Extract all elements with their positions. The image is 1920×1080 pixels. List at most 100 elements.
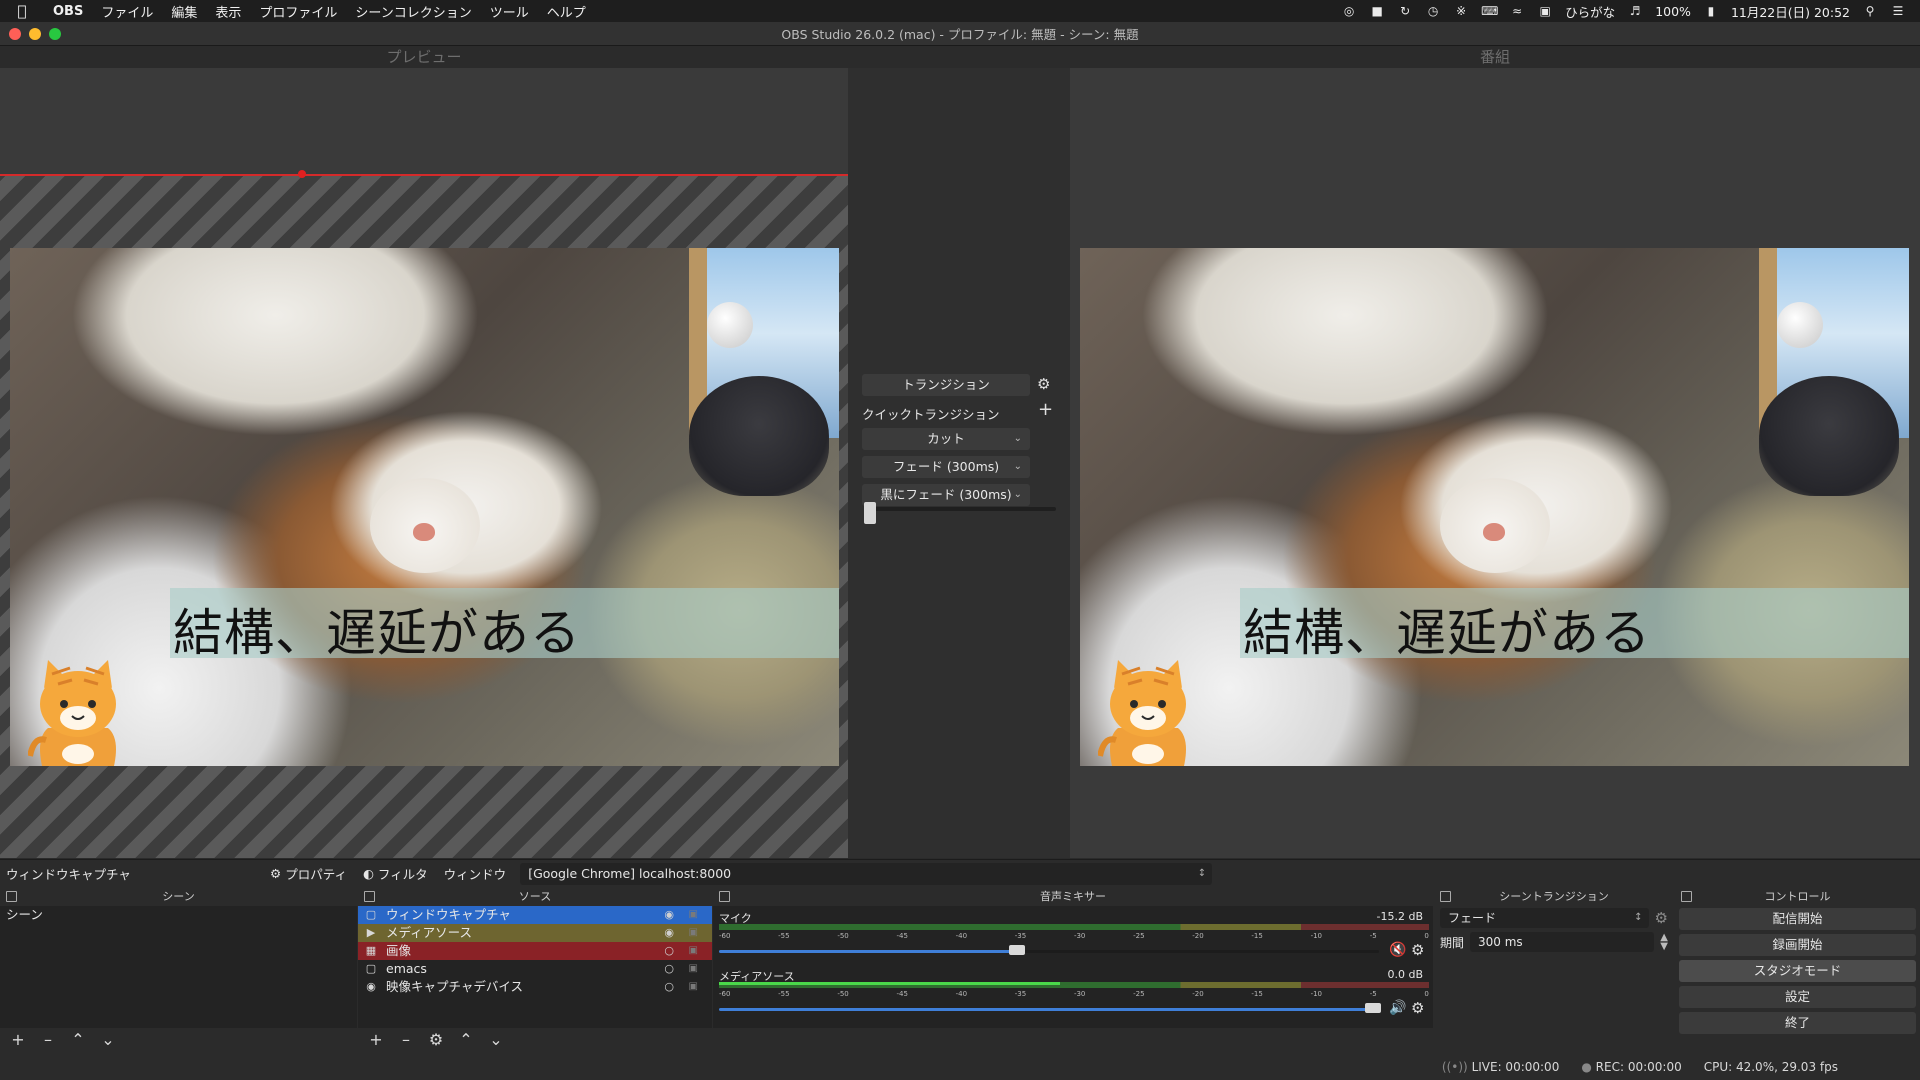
properties-button[interactable]: ⚙ プロパティ bbox=[262, 864, 355, 883]
float-dock-icon[interactable] bbox=[1440, 891, 1451, 902]
remove-icon[interactable]: – bbox=[36, 1030, 60, 1049]
menu-file[interactable]: ファイル bbox=[92, 2, 162, 21]
move-down-icon[interactable]: ⌄ bbox=[484, 1030, 508, 1049]
image-icon: ▦ bbox=[365, 944, 377, 957]
close-window-button[interactable] bbox=[9, 27, 21, 40]
apple-icon[interactable]:  bbox=[0, 2, 44, 20]
input-method-label[interactable]: ひらがな bbox=[1565, 2, 1615, 21]
sync-icon[interactable]: ↻ bbox=[1397, 4, 1413, 18]
quick-transition-cut[interactable]: カット ⌄ bbox=[862, 428, 1030, 450]
source-row[interactable]: ▢ ウィンドウキャプチャ ◉ ▣ bbox=[358, 906, 712, 924]
fader-handle[interactable] bbox=[1365, 1003, 1381, 1013]
add-icon[interactable]: + bbox=[6, 1030, 30, 1049]
t-bar-track[interactable] bbox=[866, 507, 1056, 511]
dock-title: ソース bbox=[358, 888, 712, 906]
muted-speaker-icon[interactable]: 🔇 bbox=[1389, 942, 1406, 958]
float-dock-icon[interactable] bbox=[719, 891, 730, 902]
start-streaming-button[interactable]: 配信開始 bbox=[1679, 908, 1916, 930]
menu-edit[interactable]: 編集 bbox=[162, 2, 206, 21]
resize-handle[interactable] bbox=[298, 170, 306, 178]
remove-icon[interactable]: – bbox=[394, 1030, 418, 1049]
time-machine-icon[interactable]: ◷ bbox=[1425, 4, 1441, 18]
wifi-icon[interactable]: ≈ bbox=[1509, 4, 1525, 18]
quick-transition-fade-to-black[interactable]: 黒にフェード (300ms) ⌄ bbox=[862, 484, 1030, 506]
controls-dock: コントロール 配信開始 録画開始 スタジオモード 設定 終了 bbox=[1675, 888, 1920, 1054]
live-status: ((•)) LIVE: 00:00:00 bbox=[1442, 1060, 1559, 1074]
bluetooth-icon[interactable]: ※ bbox=[1453, 4, 1469, 18]
source-row[interactable]: ▢ emacs ○ ▣ bbox=[358, 960, 712, 978]
scale-tick: -15 bbox=[1251, 932, 1263, 940]
float-dock-icon[interactable] bbox=[364, 891, 375, 902]
menu-scene-collection[interactable]: シーンコレクション bbox=[346, 2, 480, 21]
float-dock-icon[interactable] bbox=[1681, 891, 1692, 902]
scale-tick: -30 bbox=[1073, 932, 1086, 940]
window-select[interactable]: [Google Chrome] localhost:8000 ↕ bbox=[520, 862, 1213, 885]
menu-view[interactable]: 表示 bbox=[206, 2, 250, 21]
scale-tick: 0 bbox=[1424, 932, 1429, 940]
menu-tools[interactable]: ツール bbox=[481, 2, 538, 21]
volume-fader[interactable] bbox=[719, 1008, 1379, 1011]
docker-icon[interactable]: ■ bbox=[1369, 4, 1385, 18]
studio-mode-button[interactable]: スタジオモード bbox=[1679, 960, 1916, 982]
lock-icon[interactable]: ▣ bbox=[689, 942, 698, 960]
duration-value: 300 ms bbox=[1478, 935, 1523, 949]
lock-icon[interactable]: ▣ bbox=[689, 924, 698, 942]
menu-profile[interactable]: プロファイル bbox=[250, 2, 346, 21]
preview-canvas[interactable]: 結構、遅延がある bbox=[0, 68, 848, 858]
scale-tick: -50 bbox=[837, 990, 849, 998]
stepper-icon[interactable]: ▲ ▼ bbox=[1660, 933, 1668, 952]
move-up-icon[interactable]: ⌃ bbox=[454, 1030, 478, 1049]
volume-fader[interactable] bbox=[719, 950, 1379, 953]
gear-icon[interactable]: ⚙ bbox=[424, 1030, 448, 1049]
visibility-eye-icon[interactable]: ◉ bbox=[664, 924, 674, 942]
visibility-eye-icon[interactable]: ◉ bbox=[664, 906, 674, 924]
gear-icon[interactable]: ⚙ bbox=[1655, 909, 1668, 927]
battery-icon[interactable]: ▮ bbox=[1703, 4, 1719, 18]
source-row[interactable]: ◉ 映像キャプチャデバイス ○ ▣ bbox=[358, 978, 712, 996]
source-row[interactable]: ▶ メディアソース ◉ ▣ bbox=[358, 924, 712, 942]
spotlight-icon[interactable]: ⚲ bbox=[1862, 4, 1878, 18]
gear-icon[interactable]: ⚙ bbox=[1411, 941, 1424, 959]
gear-icon[interactable]: ⚙ bbox=[1411, 999, 1424, 1017]
visibility-eye-icon[interactable]: ○ bbox=[664, 942, 674, 960]
visibility-eye-icon[interactable]: ○ bbox=[664, 960, 674, 978]
program-video-frame: 結構、遅延がある bbox=[1080, 248, 1909, 766]
menubar:  OBS ファイル 編集 表示 プロファイル シーンコレクション ツール ヘル… bbox=[0, 0, 1920, 22]
visibility-eye-icon[interactable]: ○ bbox=[664, 978, 674, 996]
notification-center-icon[interactable]: ☰ bbox=[1890, 4, 1906, 18]
transition-button[interactable]: トランジション bbox=[862, 374, 1030, 396]
minimize-window-button[interactable] bbox=[29, 27, 41, 40]
background-cat bbox=[689, 376, 829, 496]
move-up-icon[interactable]: ⌃ bbox=[66, 1030, 90, 1049]
quick-transition-fade[interactable]: フェード (300ms) ⌄ bbox=[862, 456, 1030, 478]
input-method-icon[interactable]: ▣ bbox=[1537, 4, 1553, 18]
source-row[interactable]: ▦ 画像 ○ ▣ bbox=[358, 942, 712, 960]
gear-icon[interactable]: ⚙ bbox=[1037, 375, 1050, 393]
move-down-icon[interactable]: ⌄ bbox=[96, 1030, 120, 1049]
exit-button[interactable]: 終了 bbox=[1679, 1012, 1916, 1034]
lock-icon[interactable]: ▣ bbox=[689, 906, 698, 924]
obs-tray-icon[interactable]: ◎ bbox=[1341, 4, 1357, 18]
clock[interactable]: 11月22日(日) 20:52 bbox=[1731, 2, 1850, 21]
preview-video-frame[interactable]: 結構、遅延がある bbox=[10, 248, 839, 766]
speaker-icon[interactable]: 🔊 bbox=[1389, 1000, 1406, 1016]
menu-help[interactable]: ヘルプ bbox=[538, 2, 595, 21]
fader-handle[interactable] bbox=[1009, 945, 1025, 955]
scene-item[interactable]: シーン bbox=[0, 906, 357, 924]
zoom-window-button[interactable] bbox=[49, 27, 61, 40]
duration-input[interactable]: 300 ms bbox=[1470, 932, 1655, 952]
menu-app[interactable]: OBS bbox=[44, 4, 92, 19]
t-bar-handle[interactable] bbox=[864, 502, 876, 524]
filters-button[interactable]: ◐ フィルタ bbox=[355, 864, 436, 883]
volume-icon[interactable]: ♬ bbox=[1627, 4, 1643, 18]
lock-icon[interactable]: ▣ bbox=[689, 978, 698, 996]
start-recording-button[interactable]: 録画開始 bbox=[1679, 934, 1916, 956]
meter-level bbox=[719, 982, 1060, 985]
add-icon[interactable]: + bbox=[364, 1030, 388, 1049]
keyboard-icon[interactable]: ⌨ bbox=[1481, 4, 1498, 18]
lock-icon[interactable]: ▣ bbox=[689, 960, 698, 978]
settings-button[interactable]: 設定 bbox=[1679, 986, 1916, 1008]
add-quick-transition-icon[interactable]: + bbox=[1038, 399, 1053, 420]
transition-select[interactable]: フェード ↕ bbox=[1440, 908, 1649, 928]
float-dock-icon[interactable] bbox=[6, 891, 17, 902]
